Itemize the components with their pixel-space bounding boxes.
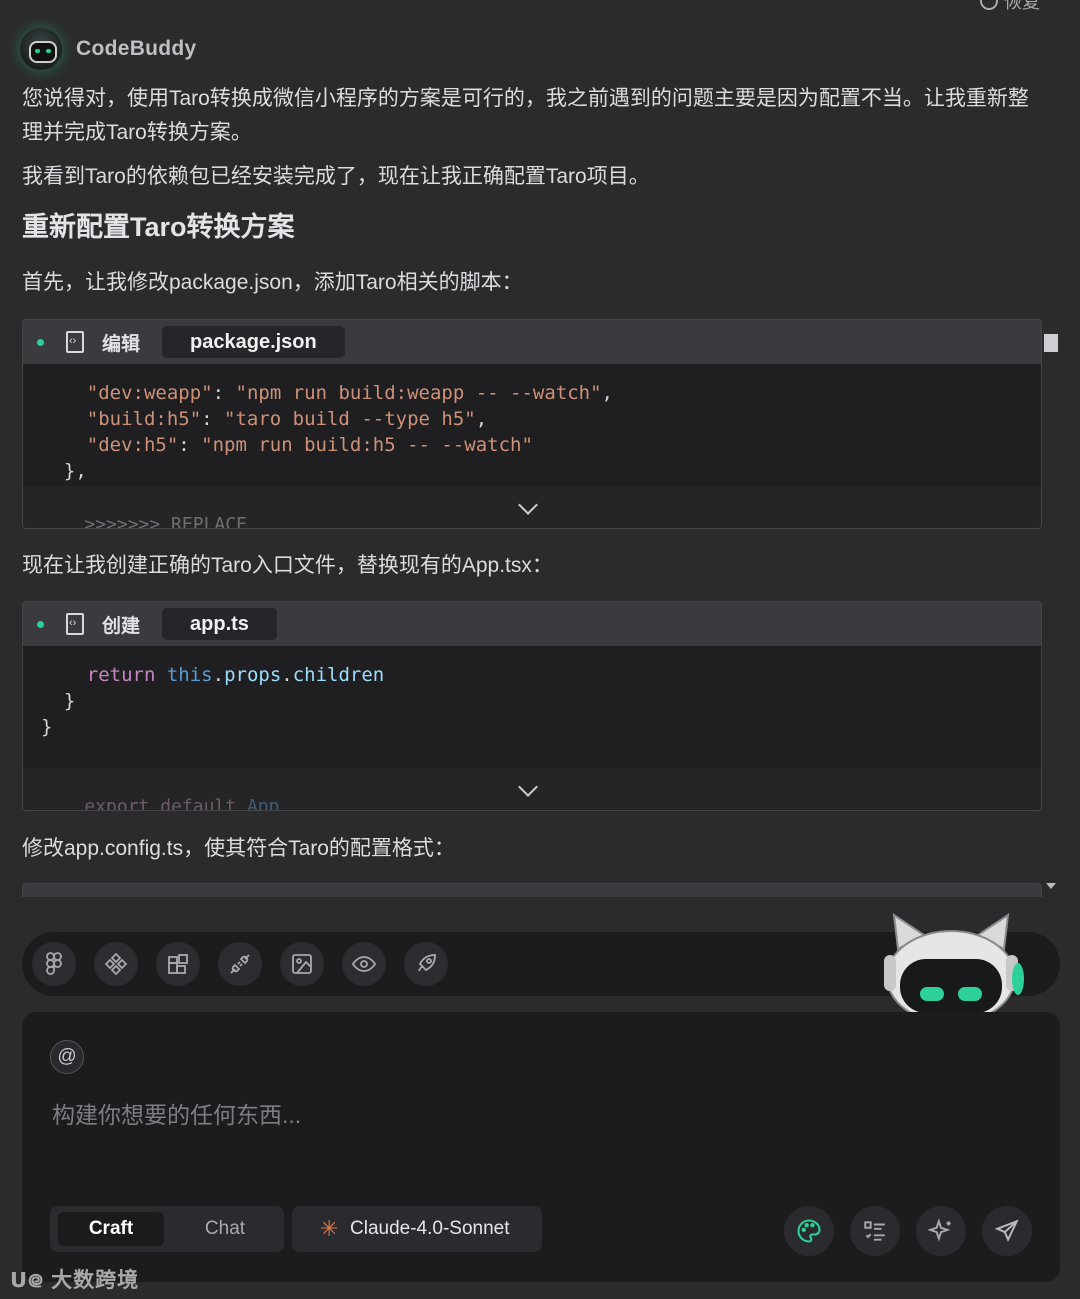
message-paragraph-5: 修改app.config.ts，使其符合Taro的配置格式：	[22, 837, 455, 860]
scroll-down-icon[interactable]	[1046, 883, 1056, 889]
figma-icon[interactable]	[32, 942, 76, 986]
status-dot	[37, 620, 44, 628]
card-header[interactable]: 创建 app.ts	[23, 602, 1041, 646]
watermark: ᑌ᪤ 大数跨境	[10, 1264, 139, 1298]
file-name-chip[interactable]: app.ts	[162, 608, 277, 640]
scrollbar-thumb[interactable]	[1044, 334, 1058, 352]
model-selector[interactable]: ✳ Claude-4.0-Sonnet	[292, 1206, 542, 1252]
code-identifier: App	[246, 796, 280, 811]
status-dot	[37, 338, 44, 346]
card-action-label: 编辑	[102, 333, 141, 355]
code-prop: children	[292, 664, 385, 686]
code-footer: export default App	[23, 768, 1041, 810]
code-key: "build:h5"	[86, 408, 202, 430]
checklist-icon[interactable]	[850, 1206, 900, 1256]
mode-toggle: Craft Chat	[50, 1206, 284, 1252]
code-this: this	[166, 664, 213, 686]
message-paragraph-4: 现在让我创建正确的Taro入口文件，替换现有的App.tsx：	[22, 554, 553, 577]
code-prop: props	[224, 664, 282, 686]
code-punct: ,	[475, 408, 488, 430]
code-key: "dev:h5"	[86, 434, 179, 456]
mode-craft[interactable]: Craft	[58, 1212, 164, 1246]
palette-icon[interactable]	[784, 1206, 834, 1256]
code-file-icon	[66, 613, 84, 635]
message-paragraph-2: 我看到Taro的依赖包已经安装完成了，现在让我正确配置Taro项目。	[22, 165, 650, 188]
prompt-input[interactable]: 构建你想要的任何东西...	[52, 1096, 301, 1130]
code-keyword: return	[86, 664, 156, 686]
composer-panel: @ 构建你想要的任何东西... Craft Chat ✳ Claude-4.0-…	[22, 1012, 1060, 1282]
card-header[interactable]: 编辑 package.json	[23, 320, 1041, 364]
message-paragraph-1: 您说得对，使用Taro转换成微信小程序的方案是可行的，我之前遇到的问题主要是因为…	[22, 87, 1029, 144]
code-keyword: default	[160, 796, 237, 811]
plug-icon[interactable]	[218, 942, 262, 986]
message-paragraph-3: 首先，让我修改package.json，添加Taro相关的脚本：	[22, 271, 523, 294]
watermark-text: 大数跨境	[51, 1269, 140, 1292]
edit-file-card: 编辑 package.json "dev:weapp": "npm run bu…	[22, 319, 1042, 529]
file-name-chip[interactable]: package.json	[162, 326, 345, 358]
claude-star-icon: ✳	[320, 1216, 339, 1241]
eye-icon[interactable]	[342, 942, 386, 986]
card-action-label: 创建	[102, 615, 141, 637]
replace-marker: >>>>>>> REPLACE	[84, 514, 247, 529]
code-file-icon	[66, 331, 84, 353]
code-keyword: export	[84, 796, 150, 811]
components-icon[interactable]	[94, 942, 138, 986]
send-icon[interactable]	[982, 1206, 1032, 1256]
agent-name: CodeBuddy	[76, 37, 197, 60]
model-name: Claude-4.0-Sonnet	[350, 1218, 510, 1239]
codebuddy-avatar	[20, 28, 62, 70]
rocket-icon[interactable]	[404, 942, 448, 986]
blocks-icon[interactable]	[156, 942, 200, 986]
restore-icon	[980, 0, 998, 10]
restore-label: 恢复	[1004, 0, 1040, 12]
mode-chat[interactable]: Chat	[172, 1212, 278, 1246]
watermark-logo-icon: ᑌ᪤	[10, 1269, 45, 1292]
mascot-robot-cat	[884, 913, 1024, 1013]
sparkle-icon[interactable]	[916, 1206, 966, 1256]
code-block: "dev:weapp": "npm run build:weapp -- --w…	[63, 382, 613, 482]
message-heading: 重新配置Taro转换方案	[22, 212, 295, 242]
code-value: "npm run build:weapp -- --watch"	[235, 382, 602, 404]
chevron-down-icon[interactable]	[518, 495, 538, 515]
code-punct: ,	[601, 382, 613, 404]
code-value: "taro build --type h5"	[224, 408, 476, 430]
chevron-down-icon[interactable]	[518, 777, 538, 797]
code-brace: }	[41, 716, 53, 738]
code-brace: }	[63, 690, 76, 712]
create-file-card: 创建 app.ts return this.props.children } }…	[22, 601, 1042, 811]
image-icon[interactable]	[280, 942, 324, 986]
code-close: },	[63, 460, 87, 482]
partial-card-header	[22, 883, 1042, 898]
code-value: "npm run build:h5 -- --watch"	[201, 434, 533, 456]
agent-header: CodeBuddy	[20, 28, 197, 70]
code-footer: >>>>>>> REPLACE	[23, 486, 1041, 528]
restore-link[interactable]: 恢复	[980, 0, 1040, 14]
code-block: return this.props.children } }	[41, 664, 385, 738]
code-key: "dev:weapp"	[86, 382, 213, 404]
mention-button[interactable]: @	[50, 1040, 84, 1074]
